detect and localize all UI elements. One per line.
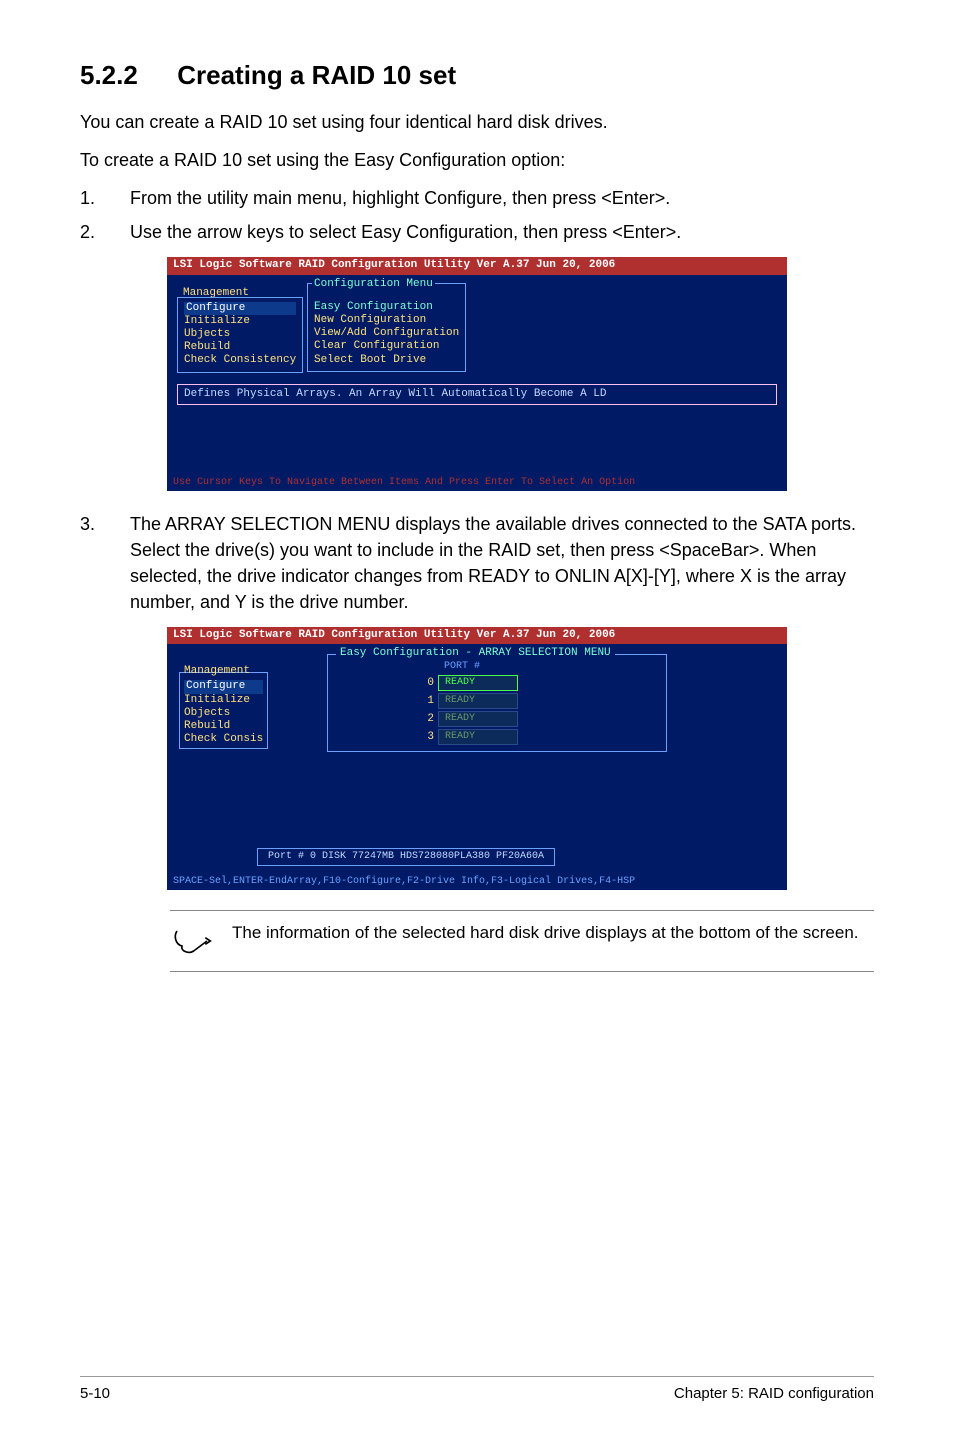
step-3: 3. The ARRAY SELECTION MENU displays the… <box>80 511 874 615</box>
drive-row[interactable]: 0 READY <box>414 675 660 691</box>
port-header: PORT # <box>444 661 660 673</box>
chapter-label: Chapter 5: RAID configuration <box>674 1385 874 1402</box>
drive-number: 2 <box>414 713 434 726</box>
port-info-box: Port # 0 DISK 77247MB HDS728080PLA380 PF… <box>257 848 555 866</box>
step-text: Use the arrow keys to select Easy Config… <box>130 219 874 245</box>
config-menu-title: Configuration Menu <box>312 278 435 291</box>
step-text: From the utility main menu, highlight Co… <box>130 185 874 211</box>
section-number: 5.2.2 <box>80 60 170 91</box>
drive-status: READY <box>438 729 518 745</box>
step-1: 1. From the utility main menu, highlight… <box>80 185 874 211</box>
menu-item-view-add-configuration[interactable]: View/Add Configuration <box>314 327 459 340</box>
bios-titlebar: LSI Logic Software RAID Configuration Ut… <box>167 257 787 274</box>
sidebar-label: Management <box>184 665 263 678</box>
note-icon <box>170 921 214 961</box>
step-number: 3. <box>80 511 130 615</box>
menu-item-configure[interactable]: Configure <box>184 302 296 315</box>
drive-number: 3 <box>414 731 434 744</box>
intro-paragraph-2: To create a RAID 10 set using the Easy C… <box>80 147 874 173</box>
menu-item-objects[interactable]: Objects <box>184 707 263 720</box>
menu-item-initialize[interactable]: Initialize <box>184 694 263 707</box>
menu-item-select-boot-drive[interactable]: Select Boot Drive <box>314 354 459 367</box>
array-menu-title: Easy Configuration - ARRAY SELECTION MEN… <box>336 647 615 660</box>
menu-item-clear-configuration[interactable]: Clear Configuration <box>314 340 459 353</box>
bios-screenshot-2: LSI Logic Software RAID Configuration Ut… <box>167 627 787 890</box>
section-title: Creating a RAID 10 set <box>177 60 456 90</box>
menu-item-rebuild[interactable]: Rebuild <box>184 341 296 354</box>
bios-body: Management Configure Initialize Ubjects … <box>167 275 787 475</box>
management-menu: Management Configure Initialize Objects … <box>179 672 268 749</box>
intro-paragraph-1: You can create a RAID 10 set using four … <box>80 109 874 135</box>
menu-item-initialize[interactable]: Initialize <box>184 315 296 328</box>
menu-item-rebuild[interactable]: Rebuild <box>184 720 263 733</box>
menu-item-objects[interactable]: Ubjects <box>184 328 296 341</box>
menu-item-new-configuration[interactable]: New Configuration <box>314 314 459 327</box>
step-number: 2. <box>80 219 130 245</box>
management-menu: Configure Initialize Ubjects Rebuild Che… <box>177 297 303 373</box>
bios-help-bar: SPACE-Sel,ENTER-EndArray,F10-Configure,F… <box>167 874 787 890</box>
drive-number: 1 <box>414 695 434 708</box>
array-selection-menu: Easy Configuration - ARRAY SELECTION MEN… <box>327 654 667 752</box>
drive-number: 0 <box>414 677 434 690</box>
step-2: 2. Use the arrow keys to select Easy Con… <box>80 219 874 245</box>
drive-status: READY <box>438 693 518 709</box>
drive-row[interactable]: 2 READY <box>414 711 660 727</box>
status-box: Defines Physical Arrays. An Array Will A… <box>177 384 777 405</box>
drive-status: READY <box>438 675 518 691</box>
bios-titlebar: LSI Logic Software RAID Configuration Ut… <box>167 627 787 644</box>
step-number: 1. <box>80 185 130 211</box>
menu-item-easy-configuration[interactable]: Easy Configuration <box>314 301 459 314</box>
drive-row[interactable]: 3 READY <box>414 729 660 745</box>
section-heading: 5.2.2 Creating a RAID 10 set <box>80 60 874 91</box>
page-footer: 5-10 Chapter 5: RAID configuration <box>80 1376 874 1402</box>
note-text: The information of the selected hard dis… <box>232 921 859 945</box>
menu-item-check-consis[interactable]: Check Consis <box>184 733 263 746</box>
menu-item-configure[interactable]: Configure <box>184 680 263 693</box>
note-block: The information of the selected hard dis… <box>170 910 874 972</box>
configuration-menu: Configuration Menu Easy Configuration Ne… <box>307 283 466 372</box>
step-text: The ARRAY SELECTION MENU displays the av… <box>130 511 874 615</box>
page-number: 5-10 <box>80 1385 110 1402</box>
drive-row[interactable]: 1 READY <box>414 693 660 709</box>
bios-screenshot-1: LSI Logic Software RAID Configuration Ut… <box>167 257 787 490</box>
bios-body: Management Configure Initialize Objects … <box>167 644 787 874</box>
drive-status: READY <box>438 711 518 727</box>
bios-help-bar: Use Cursor Keys To Navigate Between Item… <box>167 475 787 491</box>
menu-item-check-consistency[interactable]: Check Consistency <box>184 354 296 367</box>
